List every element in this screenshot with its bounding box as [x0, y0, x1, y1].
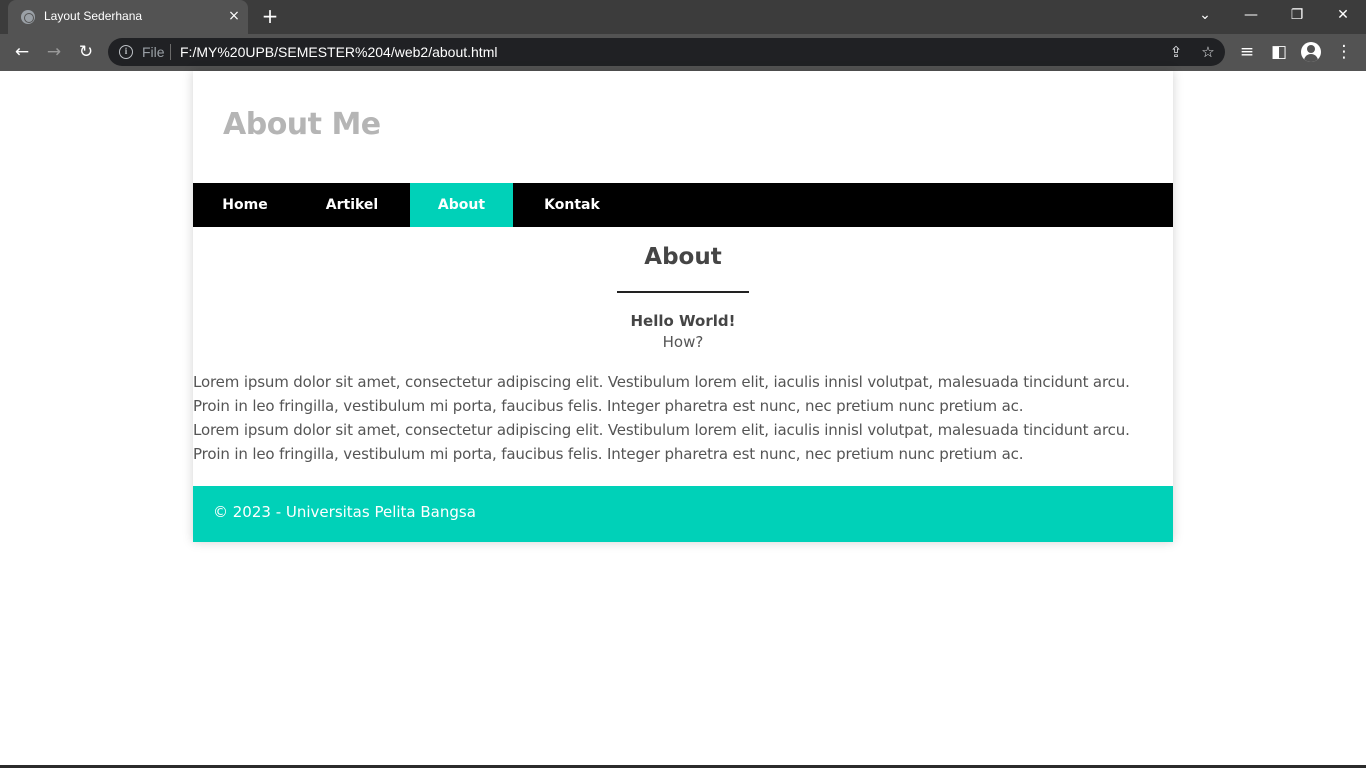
browser-tab-strip: Layout Sederhana × + ⌄ — ❐ ✕ — [0, 0, 1366, 34]
info-icon[interactable]: i — [119, 45, 133, 59]
scheme-label: File — [142, 44, 165, 60]
main-nav: Home Artikel About Kontak — [193, 183, 1173, 227]
nav-link-about[interactable]: About — [410, 183, 513, 227]
nav-link-kontak[interactable]: Kontak — [513, 183, 631, 227]
site-header: About Me — [193, 71, 1173, 183]
how-text: How? — [662, 333, 704, 351]
window-close-icon[interactable]: ✕ — [1320, 0, 1366, 34]
url-text[interactable]: F:/MY%20UPB/SEMESTER%204/web2/about.html — [180, 44, 497, 60]
reading-list-icon[interactable]: ≡ — [1234, 40, 1260, 66]
side-panel-icon[interactable]: ◧ — [1266, 40, 1292, 66]
omnibox-divider — [170, 44, 171, 60]
paragraph-line: Lorem ipsum dolor sit amet, consectetur … — [193, 421, 1130, 439]
site-title: About Me — [223, 107, 381, 142]
new-tab-icon[interactable]: + — [258, 5, 282, 29]
browser-tab[interactable]: Layout Sederhana × — [8, 0, 248, 34]
forward-icon[interactable]: → — [41, 40, 67, 66]
address-bar[interactable]: i File F:/MY%20UPB/SEMESTER%204/web2/abo… — [108, 38, 1225, 66]
restore-icon[interactable]: ❐ — [1274, 0, 1320, 34]
globe-icon — [21, 10, 35, 24]
nav-link-home[interactable]: Home — [193, 183, 297, 227]
browser-toolbar: ← → ↻ i File F:/MY%20UPB/SEMESTER%204/we… — [0, 34, 1366, 71]
paragraph-line: Proin in leo fringilla, vestibulum mi po… — [193, 445, 1024, 463]
hello-heading: Hello World! — [630, 312, 736, 330]
paragraph-line: Proin in leo fringilla, vestibulum mi po… — [193, 397, 1024, 415]
page-viewport: About Me Home Artikel About Kontak About… — [0, 71, 1366, 768]
page-container: About Me Home Artikel About Kontak About… — [193, 71, 1173, 542]
tab-close-icon[interactable]: × — [224, 6, 244, 26]
footer-text: © 2023 - Universitas Pelita Bangsa — [213, 503, 476, 521]
back-icon[interactable]: ← — [9, 40, 35, 66]
site-footer: © 2023 - Universitas Pelita Bangsa — [193, 486, 1173, 542]
reload-icon[interactable]: ↻ — [73, 40, 99, 66]
bookmark-star-icon[interactable]: ☆ — [1198, 42, 1218, 62]
title-underline — [617, 291, 749, 293]
tab-title: Layout Sederhana — [44, 9, 143, 23]
section-title: About — [644, 244, 722, 270]
paragraph-line: Lorem ipsum dolor sit amet, consectetur … — [193, 373, 1130, 391]
browser-menu-icon[interactable]: ⋮ — [1331, 40, 1357, 66]
minimize-icon[interactable]: — — [1228, 0, 1274, 34]
tab-search-icon[interactable]: ⌄ — [1182, 0, 1228, 34]
nav-link-artikel[interactable]: Artikel — [297, 183, 407, 227]
share-icon[interactable]: ⇪ — [1166, 42, 1186, 62]
profile-avatar-icon[interactable] — [1301, 42, 1321, 62]
